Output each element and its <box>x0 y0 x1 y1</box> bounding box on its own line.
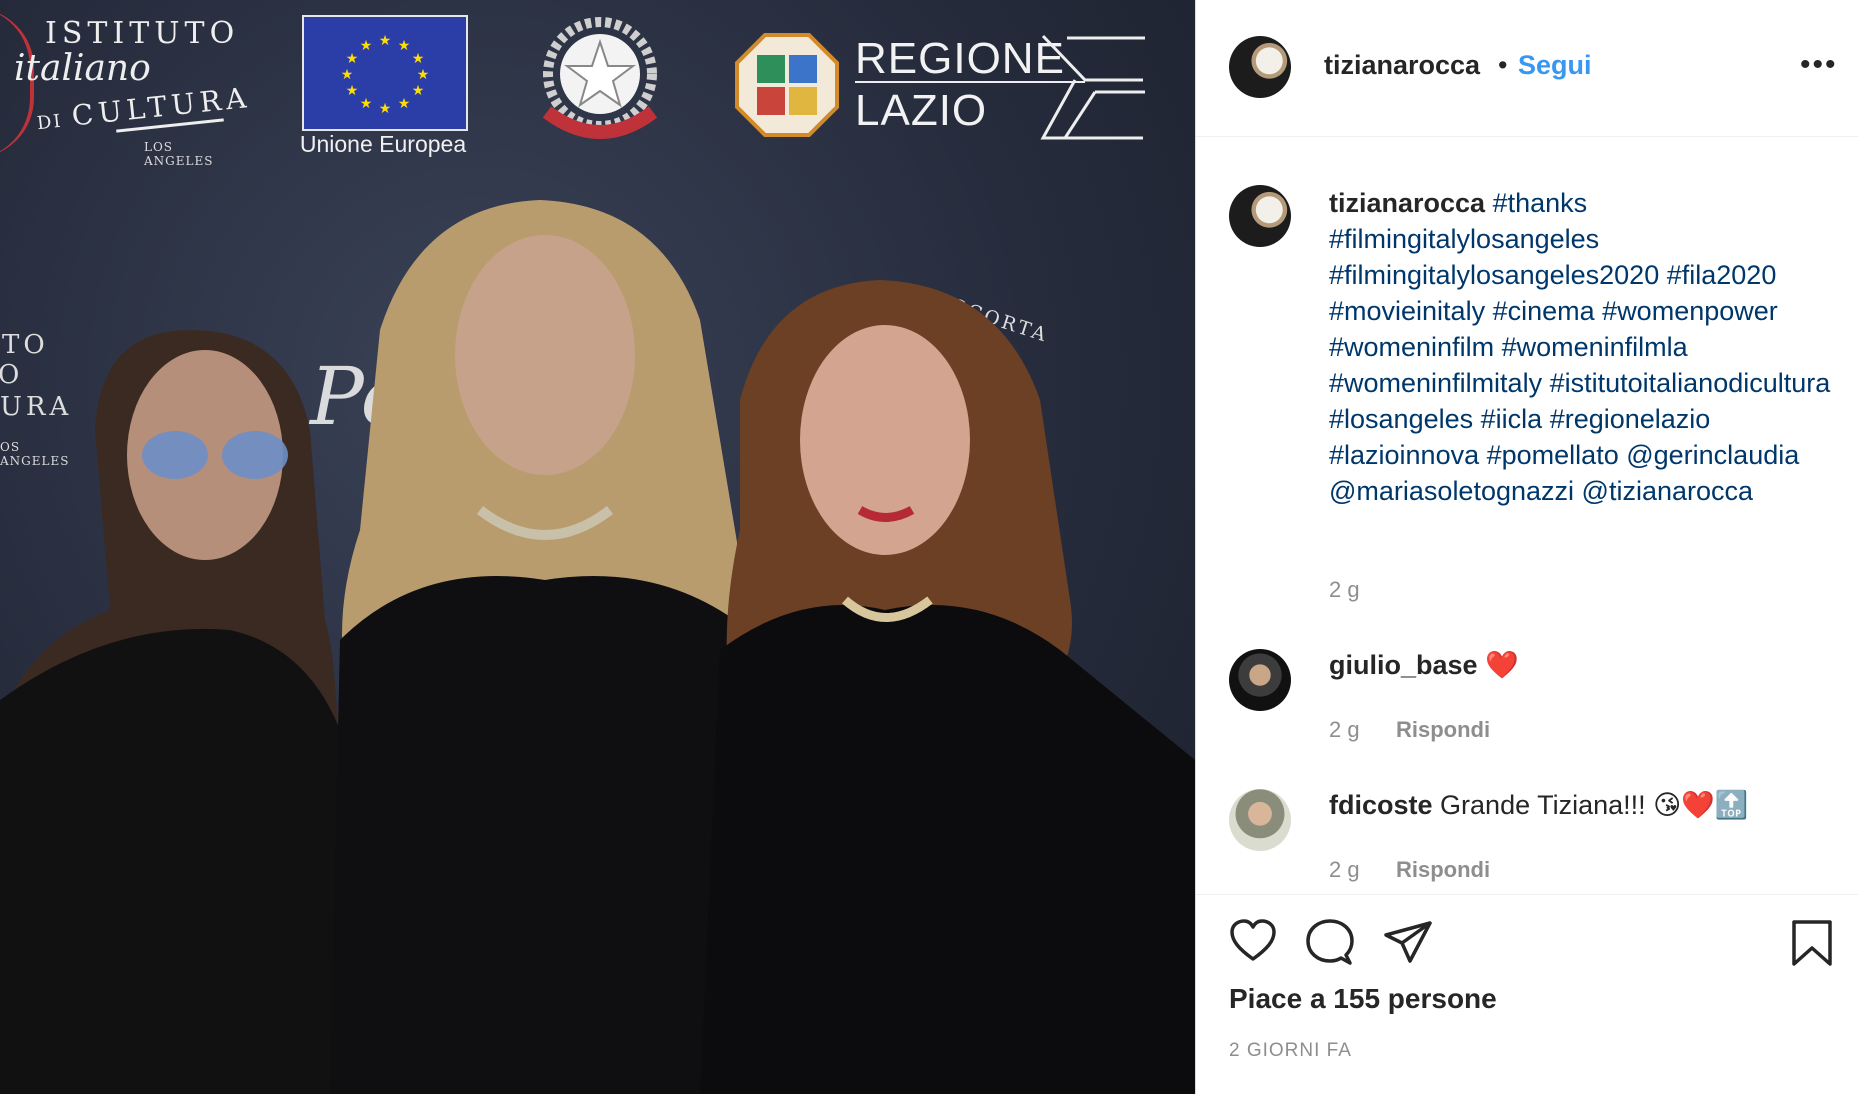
comment-username[interactable]: fdicoste <box>1329 790 1433 820</box>
hashtag[interactable]: #iicla <box>1481 404 1543 434</box>
hashtag[interactable]: #movieinitaly <box>1329 296 1485 326</box>
reply-button[interactable]: Rispondi <box>1396 717 1490 743</box>
header-separator: • <box>1498 50 1508 80</box>
post-photo[interactable]: ISTITUTO italiano DI CULTURA LOS ANGELES … <box>0 0 1195 1094</box>
post-caption: tizianarocca #thanks #filmingitalylosang… <box>1329 185 1849 509</box>
caption-time[interactable]: 2 g <box>1329 577 1360 603</box>
more-icon[interactable]: ••• <box>1800 48 1838 82</box>
heart-icon[interactable] <box>1229 919 1277 963</box>
caption-username[interactable]: tizianarocca <box>1329 188 1485 218</box>
comment-username[interactable]: giulio_base <box>1329 650 1478 680</box>
hashtag[interactable]: #filmingitalylosangeles2020 <box>1329 260 1659 290</box>
share-icon[interactable] <box>1384 921 1432 963</box>
hashtag[interactable]: #cinema <box>1493 296 1595 326</box>
post-date[interactable]: 2 GIORNI FA <box>1229 1040 1352 1062</box>
hashtag[interactable]: #lazioinnova <box>1329 440 1479 470</box>
reply-button[interactable]: Rispondi <box>1396 857 1490 883</box>
owner-avatar[interactable] <box>1229 36 1291 98</box>
comment-time[interactable]: 2 g <box>1329 857 1360 883</box>
comment-avatar[interactable] <box>1229 649 1291 711</box>
hashtag[interactable]: #pomellato <box>1487 440 1619 470</box>
comment-text: fdicoste Grande Tiziana!!! 😘❤️🔝 <box>1329 789 1749 821</box>
hashtag[interactable]: #filmingitalylosangeles <box>1329 224 1599 254</box>
post-header: tizianarocca • Segui ••• <box>1196 0 1858 137</box>
hashtag[interactable]: #womeninfilmla <box>1502 332 1688 362</box>
mention[interactable]: @gerinclaudia <box>1626 440 1799 470</box>
people-illustration <box>0 200 1195 1094</box>
post-panel: tizianarocca • Segui ••• tizianarocca #t… <box>1196 0 1858 1094</box>
bookmark-icon[interactable] <box>1791 919 1833 967</box>
mention[interactable]: @tizianarocca <box>1582 476 1753 506</box>
hashtag[interactable]: #womeninfilm <box>1329 332 1494 362</box>
comment-body: ❤️ <box>1485 650 1519 680</box>
hashtag[interactable]: #thanks <box>1493 188 1588 218</box>
comments-list[interactable]: tizianarocca #thanks #filmingitalylosang… <box>1196 137 1858 894</box>
comment-time[interactable]: 2 g <box>1329 717 1360 743</box>
hashtag[interactable]: #istitutoitalianodicultura <box>1550 368 1831 398</box>
header-username[interactable]: tizianarocca <box>1324 50 1480 81</box>
hashtag[interactable]: #womenpower <box>1602 296 1778 326</box>
comment-body: Grande Tiziana!!! 😘❤️🔝 <box>1440 790 1749 820</box>
post-actions: Piace a 155 persone 2 GIORNI FA <box>1196 894 1858 1095</box>
comment-text: giulio_base ❤️ <box>1329 649 1519 681</box>
hashtag[interactable]: #fila2020 <box>1667 260 1777 290</box>
hashtag[interactable]: #regionelazio <box>1550 404 1711 434</box>
caption-avatar[interactable] <box>1229 185 1291 247</box>
hashtag[interactable]: #womeninfilmitaly <box>1329 368 1542 398</box>
follow-button[interactable]: Segui <box>1518 50 1592 81</box>
likes-count[interactable]: Piace a 155 persone <box>1229 983 1497 1015</box>
mention[interactable]: @mariasoletognazzi <box>1329 476 1574 506</box>
likes-label[interactable]: Piace a 155 persone <box>1229 983 1497 1014</box>
comment-icon[interactable] <box>1306 919 1354 965</box>
hashtag[interactable]: #losangeles <box>1329 404 1473 434</box>
comment-avatar[interactable] <box>1229 789 1291 851</box>
